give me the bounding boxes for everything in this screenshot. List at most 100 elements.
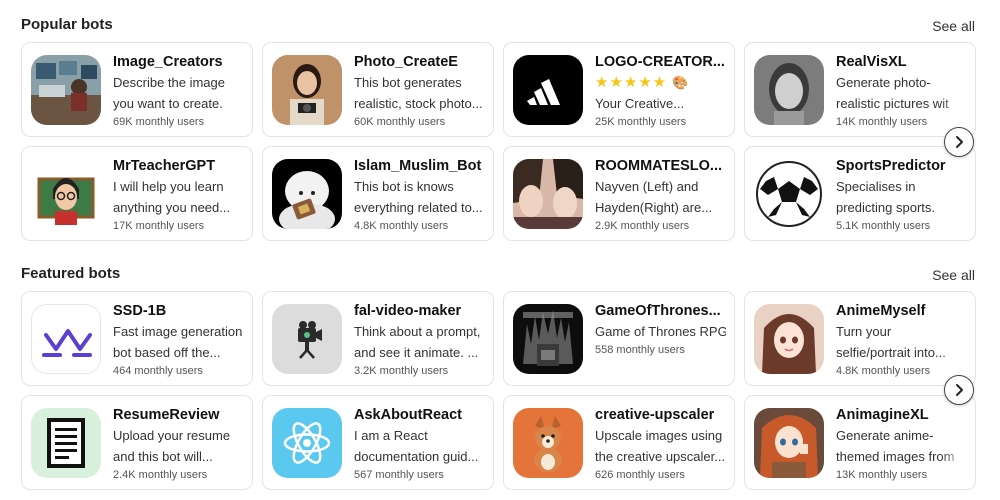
adidas-logo-icon <box>513 55 583 125</box>
bot-card-logo-creator[interactable]: LOGO-CREATOR... ★★★★★ 🎨 Your Creative...… <box>503 42 735 137</box>
bot-name: RealVisXL <box>836 54 907 70</box>
bot-card-sportspredictor[interactable]: SportsPredictor Specialises in predictin… <box>744 146 976 241</box>
bot-monthly-users: 464 monthly users <box>113 365 203 377</box>
bot-description-line1: Turn your <box>836 324 892 339</box>
bot-avatar <box>513 159 583 229</box>
bot-description-line2: Your Creative... <box>595 96 685 111</box>
bot-name: AnimeMyself <box>836 303 926 319</box>
bot-monthly-users: 60K monthly users <box>354 116 446 128</box>
bot-description-line2: realistic, stock photo... <box>354 96 483 111</box>
bot-name: SportsPredictor <box>836 158 946 174</box>
bot-monthly-users: 14K monthly users <box>836 116 928 128</box>
bot-description-line1: Upscale images using <box>595 428 723 443</box>
bot-card-askaboutreact[interactable]: AskAboutReact I am a React documentation… <box>262 395 494 490</box>
bot-name: GameOfThrones... <box>595 303 721 319</box>
bot-card-realvisxl[interactable]: RealVisXL Generate photo- realistic pict… <box>744 42 976 137</box>
bot-name: Islam_Muslim_Bot <box>354 158 482 174</box>
bot-name: ResumeReview <box>113 407 220 423</box>
bot-card-animemyself[interactable]: AnimeMyself Turn your selfie/portrait in… <box>744 291 976 386</box>
bot-description-line2: themed images from <box>836 449 955 464</box>
bot-description-line2: the creative upscaler... <box>595 449 726 464</box>
featured-bots-title: Featured bots <box>21 265 121 282</box>
bot-name: creative-upscaler <box>595 407 715 423</box>
featured-next-button[interactable] <box>944 375 974 405</box>
bot-name: Photo_CreateE <box>354 54 458 70</box>
bot-description-line2: Hayden(Right) are... <box>595 200 713 215</box>
bot-avatar <box>272 159 342 229</box>
featured-see-all-link[interactable]: See all <box>932 267 975 283</box>
bot-description-line1: Game of Thrones RPG <box>595 324 726 339</box>
bot-monthly-users: 69K monthly users <box>113 116 205 128</box>
bot-monthly-users: 25K monthly users <box>595 116 687 128</box>
bot-card-image-creators[interactable]: Image_Creators Describe the image you wa… <box>21 42 253 137</box>
bot-card-animaginexl[interactable]: AnimagineXL Generate anime- themed image… <box>744 395 976 490</box>
bot-avatar <box>31 55 101 125</box>
bot-card-mrteachergpt[interactable]: MrTeacherGPT I will help you learn anyth… <box>21 146 253 241</box>
bot-description-line2: anything you need... <box>113 200 231 215</box>
bot-description-line2: bot based off the... <box>113 345 221 360</box>
popular-see-all-link[interactable]: See all <box>932 18 975 34</box>
bot-description-line2: realistic pictures wit <box>836 96 949 111</box>
bot-monthly-users: 2.4K monthly users <box>113 469 208 481</box>
bot-card-photo-createe[interactable]: Photo_CreateE This bot generates realist… <box>262 42 494 137</box>
popular-next-button[interactable] <box>944 127 974 157</box>
bot-card-islam-muslim-bot[interactable]: Islam_Muslim_Bot This bot is knows every… <box>262 146 494 241</box>
bot-card-resumereview[interactable]: ResumeReview Upload your resume and this… <box>21 395 253 490</box>
bot-avatar <box>754 408 824 478</box>
bot-description-line1: Generate anime- <box>836 428 934 443</box>
video-camera-icon <box>272 304 342 374</box>
bot-name: AskAboutReact <box>354 407 462 423</box>
bot-monthly-users: 558 monthly users <box>595 344 685 356</box>
bot-avatar <box>272 55 342 125</box>
bot-avatar <box>513 304 583 374</box>
bot-description-line1: Upload your resume <box>113 428 231 443</box>
bot-description-line1: Fast image generation <box>113 324 243 339</box>
bot-card-roommateslo[interactable]: ROOMMATESLO... Nayven (Left) and Hayden(… <box>503 146 735 241</box>
bot-description-line1: I will help you learn <box>113 179 224 194</box>
bot-description-line1: Think about a prompt, <box>354 324 481 339</box>
bot-monthly-users: 13K monthly users <box>836 469 928 481</box>
bot-avatar <box>513 408 583 478</box>
bot-monthly-users: 2.9K monthly users <box>595 220 690 232</box>
bot-description-line1: Generate photo- <box>836 75 931 90</box>
bot-avatar <box>754 304 824 374</box>
bot-name: SSD-1B <box>113 303 167 319</box>
rating-stars: ★★★★★ 🎨 <box>595 73 726 92</box>
bot-description-line1: This bot generates <box>354 75 462 90</box>
bot-card-creative-upscaler[interactable]: creative-upscaler Upscale images using t… <box>503 395 735 490</box>
ssd-logo-icon <box>31 304 101 374</box>
bot-description-line2: you want to create. <box>113 96 223 111</box>
bot-name: LOGO-CREATOR... <box>595 54 725 70</box>
bot-monthly-users: 4.8K monthly users <box>354 220 449 232</box>
bot-monthly-users: 626 monthly users <box>595 469 685 481</box>
bot-name: Image_Creators <box>113 54 223 70</box>
chevron-right-icon <box>956 384 963 396</box>
bot-card-gameofthrones[interactable]: GameOfThrones... Game of Thrones RPG 558… <box>503 291 735 386</box>
star-icon: ★★★★★ <box>595 74 668 91</box>
bot-description-line2: predicting sports. <box>836 200 935 215</box>
bot-name: MrTeacherGPT <box>113 158 216 174</box>
bot-description-line1: Describe the image <box>113 75 225 90</box>
bot-name: AnimagineXL <box>836 407 929 423</box>
bot-description-line1: I am a React <box>354 428 428 443</box>
bot-name: fal-video-maker <box>354 303 462 319</box>
bot-avatar <box>31 159 101 229</box>
chevron-right-icon <box>956 136 963 148</box>
bot-name: ROOMMATESLO... <box>595 158 723 174</box>
bot-card-fal-video-maker[interactable]: fal-video-maker Think about a prompt, an… <box>262 291 494 386</box>
popular-bots-title: Popular bots <box>21 16 113 33</box>
bot-description-line1: This bot is knows <box>354 179 454 194</box>
bot-card-ssd-1b[interactable]: SSD-1B Fast image generation bot based o… <box>21 291 253 386</box>
react-logo-icon <box>272 408 342 478</box>
bot-monthly-users: 5.1K monthly users <box>836 220 931 232</box>
bot-description-line2: and see it animate. ... <box>354 345 479 360</box>
soccer-ball-icon <box>754 159 824 229</box>
palette-icon: 🎨 <box>672 75 690 90</box>
bot-description-line2: selfie/portrait into... <box>836 345 946 360</box>
bot-monthly-users: 567 monthly users <box>354 469 444 481</box>
bot-avatar <box>754 55 824 125</box>
bot-description-line2: and this bot will... <box>113 449 213 464</box>
bot-description-line1: Specialises in <box>836 179 916 194</box>
bot-description-line2: documentation guid... <box>354 449 479 464</box>
bot-monthly-users: 4.8K monthly users <box>836 365 931 377</box>
